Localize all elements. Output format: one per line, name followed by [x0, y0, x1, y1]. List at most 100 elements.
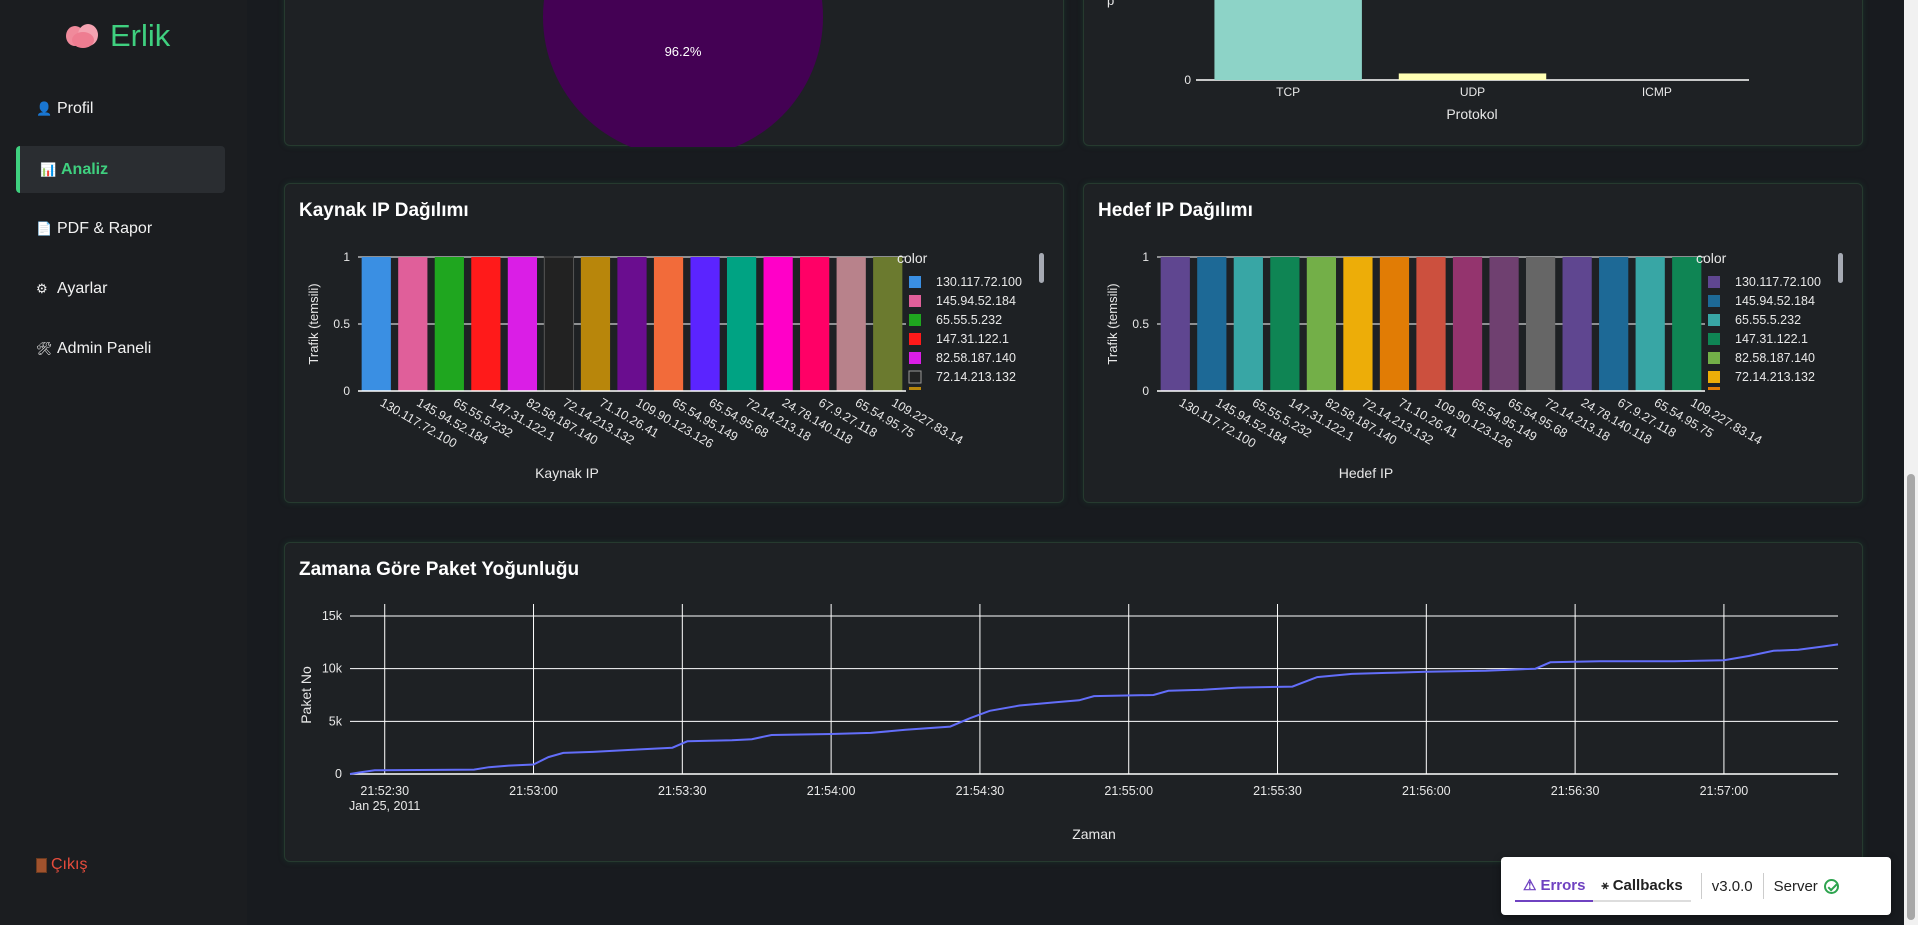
legend-title: color	[897, 250, 928, 266]
sidebar-item-analiz[interactable]: 📊 Analiz	[16, 146, 225, 193]
logout-button[interactable]: Çıkış	[36, 856, 87, 874]
legend-swatch[interactable]	[1708, 314, 1720, 326]
protocol-bar-chart: p 0 TCP UDP ICMP Protokol	[1107, 0, 1749, 122]
ip-bar[interactable]	[726, 257, 757, 391]
errors-tab[interactable]: ⚠ Errors	[1515, 870, 1594, 902]
legend-label[interactable]: 145.94.52.184	[936, 294, 1016, 308]
page-scrollbar[interactable]	[1904, 0, 1918, 925]
ip-bar[interactable]	[434, 257, 464, 391]
legend-swatch[interactable]	[1708, 295, 1720, 307]
sidebar-item-pdf-rapor[interactable]: 📄 PDF & Rapor	[16, 205, 225, 252]
scrollbar-thumb[interactable]	[1907, 474, 1915, 920]
legend-swatch[interactable]	[1708, 371, 1720, 383]
date-label: Jan 25, 2011	[349, 799, 420, 813]
legend-swatch-partial	[1708, 387, 1720, 390]
legend-label[interactable]: 65.55.5.232	[1735, 313, 1801, 327]
y-axis-label: Trafik (temsili)	[1105, 283, 1120, 364]
legend-label[interactable]: 147.31.122.1	[1735, 332, 1808, 346]
protocol-bar[interactable]	[1398, 73, 1547, 80]
ip-bar[interactable]	[1416, 257, 1446, 391]
x-axis-label: Zaman	[1072, 826, 1116, 842]
ip-bar[interactable]	[1233, 257, 1263, 391]
brand-name: Erlik	[110, 18, 171, 53]
check-circle-icon	[1823, 878, 1839, 894]
ip-bar[interactable]	[1525, 257, 1556, 391]
protocol-bar-card: p 0 TCP UDP ICMP Protokol	[1083, 0, 1863, 146]
ip-bar[interactable]	[398, 257, 428, 391]
legend-scrollbar[interactable]	[1039, 253, 1044, 283]
legend-label[interactable]: 130.117.72.100	[936, 275, 1022, 289]
legend-swatch[interactable]	[909, 295, 921, 307]
callbacks-label: Callbacks	[1612, 876, 1683, 894]
ip-bar[interactable]	[543, 256, 575, 392]
user-icon: 👤	[36, 100, 53, 116]
gear-icon: ⚙	[36, 280, 48, 296]
y-axis-label: Paket No	[298, 666, 314, 724]
ip-bar[interactable]	[1379, 257, 1410, 391]
legend-swatch[interactable]	[908, 370, 922, 384]
legend-swatch[interactable]	[1708, 352, 1720, 364]
source-ip-card: Kaynak IP Dağılımı 0 0.5 1 130.117.72.100 14…	[284, 183, 1064, 503]
ip-bar[interactable]	[1343, 257, 1373, 391]
bar-chart-icon: 📊	[40, 161, 57, 177]
ip-bar[interactable]	[1197, 257, 1227, 391]
ip-bar[interactable]	[617, 257, 647, 391]
x-axis-label: Protokol	[1446, 106, 1497, 122]
legend-label[interactable]: 147.31.122.1	[936, 332, 1009, 346]
brand[interactable]: Erlik	[66, 18, 170, 54]
legend-label[interactable]: 72.14.213.132	[936, 370, 1016, 384]
legend-swatch[interactable]	[1708, 333, 1720, 345]
ip-bar[interactable]	[800, 257, 830, 391]
legend-label[interactable]: 65.55.5.232	[936, 313, 1002, 327]
sidebar-item-label: Analiz	[61, 160, 109, 178]
legend-swatch[interactable]	[909, 314, 921, 326]
ip-bar[interactable]	[653, 257, 684, 391]
sidebar-item-profil[interactable]: 👤 Profil	[16, 85, 225, 132]
legend-title: color	[1696, 250, 1727, 266]
sidebar-item-admin-paneli[interactable]: 🛠 Admin Paneli	[16, 325, 225, 372]
ip-bar[interactable]	[763, 257, 793, 391]
sidebar-item-label: PDF & Rapor	[57, 219, 153, 237]
legend-label[interactable]: 145.94.52.184	[1735, 294, 1815, 308]
protocol-bar[interactable]	[1214, 0, 1362, 80]
dest-ip-card: Hedef IP Dağılımı 0 0.5 1 130.117.72.100 145…	[1083, 183, 1863, 503]
ip-bar[interactable]	[1270, 257, 1300, 391]
x-tick-label: 21:54:00	[807, 784, 856, 798]
y-axis-label-cut: p	[1107, 0, 1114, 8]
ip-bar[interactable]	[1672, 257, 1702, 391]
document-icon: 📄	[36, 220, 53, 236]
legend-label[interactable]: 130.117.72.100	[1735, 275, 1821, 289]
ip-bar[interactable]	[836, 257, 866, 391]
legend-label[interactable]: 82.58.187.140	[936, 351, 1016, 365]
ip-bar[interactable]	[1562, 257, 1592, 391]
legend-swatch[interactable]	[909, 333, 921, 345]
sidebar-item-ayarlar[interactable]: ⚙ Ayarlar	[16, 265, 225, 312]
packet-line[interactable]	[349, 643, 1839, 775]
ip-bar[interactable]	[1306, 257, 1337, 391]
ip-bar[interactable]	[361, 257, 391, 391]
pie-slice-main[interactable]	[543, 0, 823, 157]
ip-bar[interactable]	[1452, 257, 1483, 391]
legend-label[interactable]: 72.14.213.132	[1735, 370, 1815, 384]
legend-swatch[interactable]	[1708, 276, 1720, 288]
divider	[1762, 873, 1764, 899]
legend-scrollbar[interactable]	[1838, 253, 1843, 283]
ip-bar[interactable]	[580, 257, 611, 391]
ip-bar[interactable]	[507, 257, 538, 391]
timeline-line-chart: 21:52:30 21:53:00 21:53:30 21:54:00 21:54:30…	[298, 604, 1839, 842]
legend-label[interactable]: 82.58.187.140	[1735, 351, 1815, 365]
y-tick-label: 10k	[322, 662, 343, 676]
y-tick-label: 5k	[329, 714, 343, 728]
x-tick-label: 21:54:30	[956, 784, 1005, 798]
ip-bar[interactable]	[690, 257, 720, 391]
ip-bar[interactable]	[1489, 257, 1519, 391]
ip-bar[interactable]	[1160, 257, 1190, 391]
callbacks-tab[interactable]: ⚹ Callbacks	[1593, 871, 1691, 902]
legend-swatch[interactable]	[909, 352, 921, 364]
ip-bar[interactable]	[1635, 257, 1665, 391]
ip-bar[interactable]	[873, 257, 903, 391]
server-status[interactable]: Server	[1774, 878, 1839, 895]
ip-bar[interactable]	[471, 257, 501, 391]
legend-swatch[interactable]	[909, 276, 921, 288]
ip-bar[interactable]	[1599, 257, 1629, 391]
